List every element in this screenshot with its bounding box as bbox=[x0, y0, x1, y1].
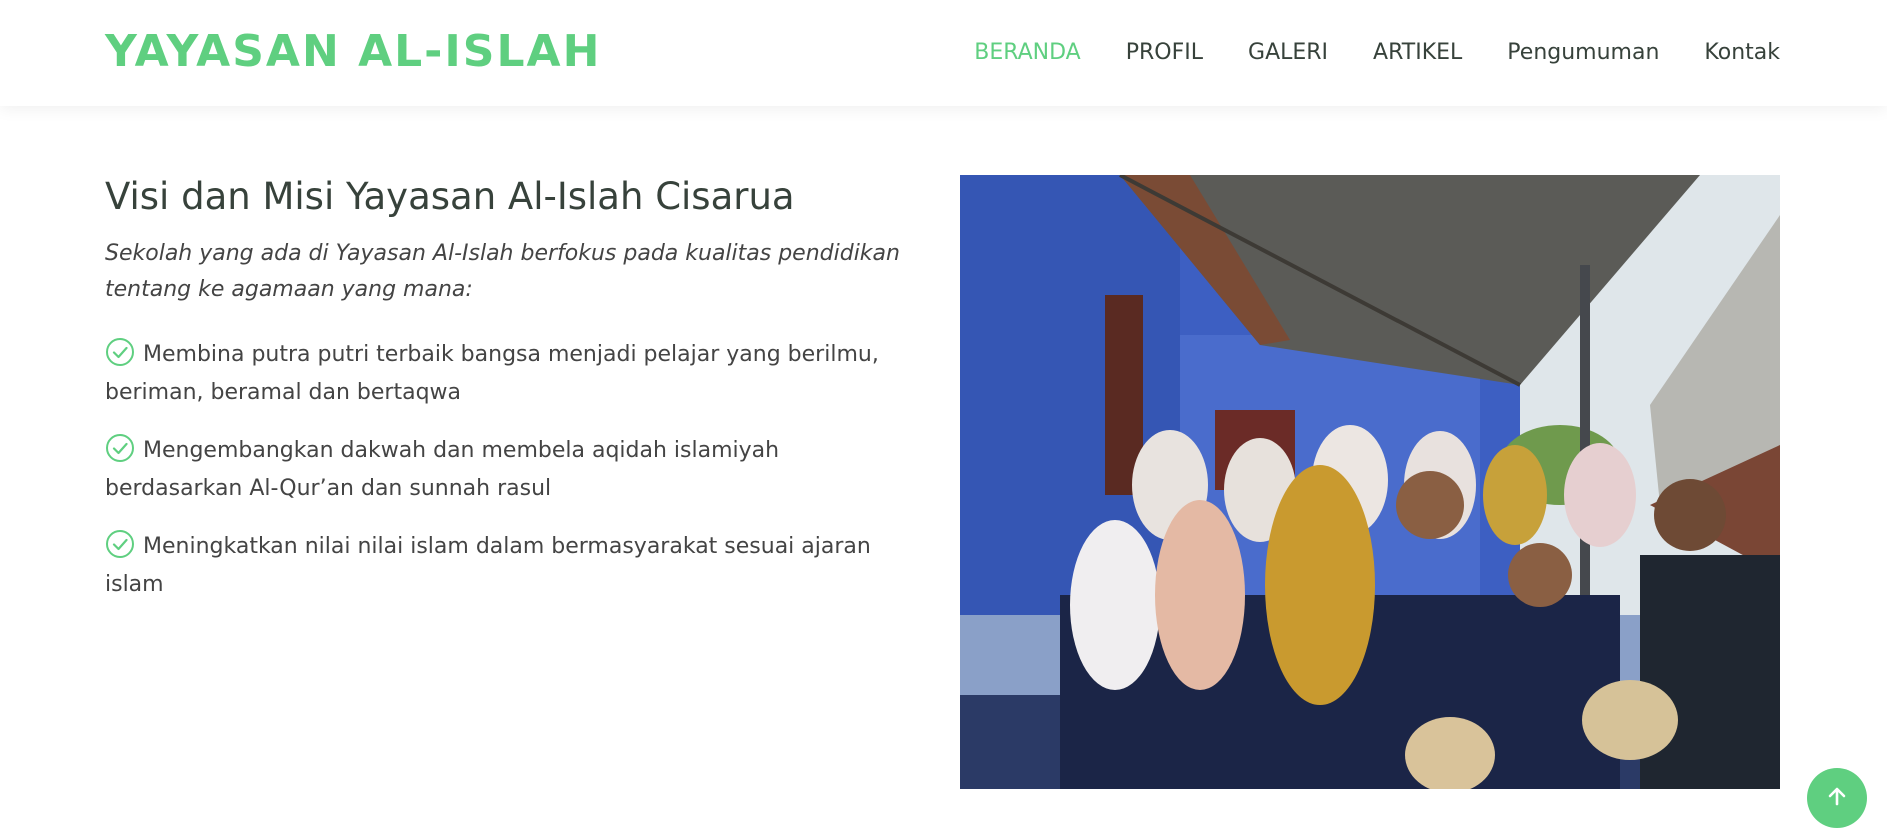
feature-item: Meningkatkan nilai nilai islam dalam ber… bbox=[105, 528, 905, 604]
nav-item-kontak[interactable]: Kontak bbox=[1704, 38, 1780, 68]
main-nav: BERANDA PROFIL GALERI ARTIKEL Pengumuman… bbox=[929, 38, 1780, 68]
section-lead: Sekolah yang ada di Yayasan Al-Islah ber… bbox=[105, 241, 900, 302]
feature-text: Mengembangkan dakwah dan membela aqidah … bbox=[105, 438, 780, 501]
section-title: Visi dan Misi Yayasan Al-Islah Cisarua bbox=[105, 175, 795, 218]
nav-item-artikel[interactable]: ARTIKEL bbox=[1373, 38, 1462, 68]
feature-list: Membina putra putri terbaik bangsa menja… bbox=[105, 336, 905, 624]
back-to-top-button[interactable] bbox=[1807, 768, 1867, 828]
feature-text: Membina putra putri terbaik bangsa menja… bbox=[105, 342, 879, 405]
nav-item-profil[interactable]: PROFIL bbox=[1126, 38, 1203, 68]
feature-item: Mengembangkan dakwah dan membela aqidah … bbox=[105, 432, 905, 508]
feature-text: Meningkatkan nilai nilai islam dalam ber… bbox=[105, 534, 871, 597]
nav-item-pengumuman[interactable]: Pengumuman bbox=[1507, 38, 1659, 68]
site-logo[interactable]: YAYASAN AL-ISLAH bbox=[105, 26, 601, 78]
nav-item-beranda[interactable]: BERANDA bbox=[974, 38, 1081, 68]
site-header: YAYASAN AL-ISLAH BERANDA PROFIL GALERI A… bbox=[0, 0, 1887, 106]
nav-item-galeri[interactable]: GALERI bbox=[1248, 38, 1328, 68]
feature-item: Membina putra putri terbaik bangsa menja… bbox=[105, 336, 905, 412]
check-circle-icon bbox=[105, 433, 135, 463]
check-circle-icon bbox=[105, 337, 135, 367]
arrow-up-icon bbox=[1825, 784, 1849, 812]
group-photo bbox=[960, 175, 1780, 789]
check-circle-icon bbox=[105, 529, 135, 559]
